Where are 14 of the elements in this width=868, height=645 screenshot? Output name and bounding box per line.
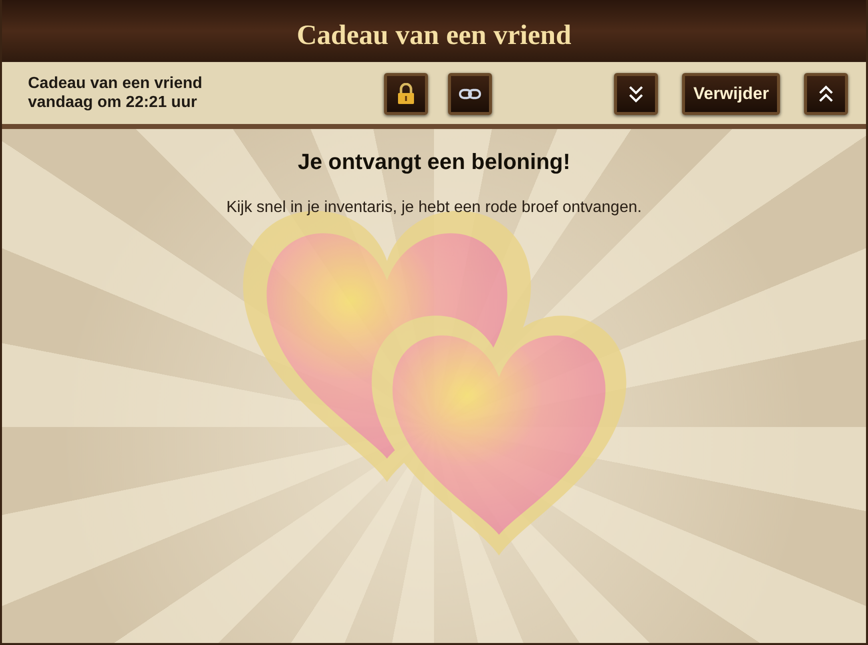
expand-down-button[interactable] [614, 73, 658, 115]
reward-heading: Je ontvangt een beloning! [298, 149, 570, 175]
chain-link-icon [459, 88, 481, 100]
date-text: vandaag om 22:21 uur [28, 93, 198, 112]
sender-text: Cadeau van een vriend [28, 74, 204, 93]
reward-message: Kijk snel in je inventaris, je hebt een rode broef ontvangen. [226, 199, 642, 217]
padlock-icon [397, 83, 415, 105]
double-chevron-down-icon [628, 84, 644, 104]
lock-button[interactable] [384, 73, 428, 115]
link-button[interactable] [448, 73, 492, 115]
window-title: Cadeau van een vriend [296, 19, 572, 52]
delete-button[interactable]: Verwijder [682, 73, 780, 115]
collapse-up-button[interactable] [804, 73, 848, 115]
double-chevron-up-icon [818, 84, 834, 104]
